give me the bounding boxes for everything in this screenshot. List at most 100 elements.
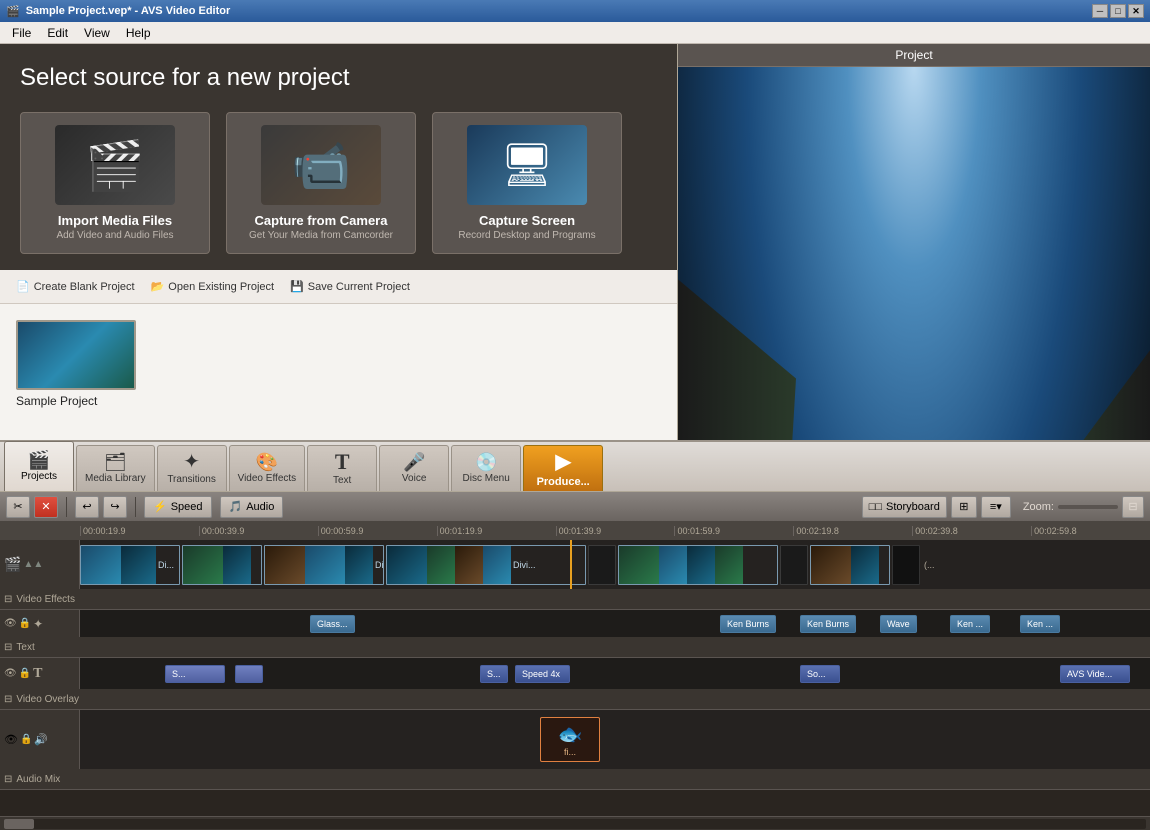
clip-thumb-6d [715, 546, 743, 584]
menu-edit[interactable]: Edit [39, 24, 76, 42]
eye-icon-vfx[interactable]: 👁 [4, 618, 17, 629]
audio-mode-label: Audio [246, 501, 274, 513]
close-button[interactable]: ✕ [1128, 4, 1144, 18]
video-track-content[interactable]: Di... Di... [80, 540, 1150, 589]
save-current-project-button[interactable]: 💾 Save Current Project [290, 280, 410, 293]
window-title: Sample Project.vep* - AVS Video Editor [26, 5, 231, 17]
project-thumb-sample[interactable]: Sample Project [16, 320, 136, 408]
text-chip-2[interactable] [235, 665, 263, 683]
speed-mode-button[interactable]: ⚡ Speed [144, 496, 212, 518]
video-effects-expand-icon[interactable]: ⊟ [4, 594, 12, 605]
tab-voice[interactable]: 🎤 Voice [379, 445, 449, 491]
lock-icon-vfx[interactable]: 🔒 [19, 618, 31, 629]
text-track-content[interactable]: S... S... Speed 4x So... AVS Vide... [80, 658, 1150, 689]
menubar: File Edit View Help [0, 22, 1150, 44]
tab-disc-menu[interactable]: 💿 Disc Menu [451, 445, 521, 491]
video-overlay-clip[interactable]: 🐟 fi... [540, 717, 600, 762]
video-effects-tab-label: Video Effects [238, 473, 297, 484]
zoom-label: Zoom: [1023, 501, 1054, 513]
toolbar-separator-1 [66, 497, 67, 517]
h-scroll-thumb[interactable] [4, 819, 34, 829]
capture-camera-sublabel: Get Your Media from Camcorder [249, 230, 393, 241]
effect-chip-glass[interactable]: Glass... [310, 615, 355, 633]
titlebar-controls[interactable]: ─ □ ✕ [1092, 4, 1144, 18]
lock-icon-overlay[interactable]: 🔒 [20, 734, 32, 745]
produce-button[interactable]: ▶ Produce... [523, 445, 603, 491]
storyboard-button[interactable]: □□ Storyboard [862, 496, 947, 518]
zoom-fit-button[interactable]: ⊟ [1122, 496, 1144, 518]
view-toggle-button[interactable]: ⊞ [951, 496, 977, 518]
video-clip-5[interactable] [588, 545, 616, 585]
effect-chip-wave[interactable]: Wave [880, 615, 917, 633]
video-effects-section-header[interactable]: ⊟ Video Effects [0, 590, 1150, 610]
tab-projects[interactable]: 🎬 Projects [4, 441, 74, 491]
eye-icon-overlay[interactable]: 👁 [4, 733, 18, 746]
video-clip-8[interactable] [810, 545, 890, 585]
timeline-delete-button[interactable]: ✕ [34, 496, 58, 518]
open-existing-project-button[interactable]: 📂 Open Existing Project [151, 280, 274, 293]
undo-button[interactable]: ↩ [75, 496, 99, 518]
video-overlay-section-label: Video Overlay [16, 694, 79, 705]
audio-mix-expand-icon[interactable]: ⊟ [4, 774, 12, 785]
capture-screen-icon-container: 🖥 [467, 125, 587, 205]
create-blank-project-button[interactable]: 📄 Create Blank Project [16, 280, 135, 293]
text-section-header[interactable]: ⊟ Text [0, 638, 1150, 658]
tab-transitions[interactable]: ✦ Transitions [157, 445, 227, 491]
menu-file[interactable]: File [4, 24, 39, 42]
capture-screen-option[interactable]: 🖥 Capture Screen Record Desktop and Prog… [432, 112, 622, 254]
clip-thumb-5 [589, 546, 616, 584]
minimize-button[interactable]: ─ [1092, 4, 1108, 18]
text-chip-speed4x[interactable]: Speed 4x [515, 665, 570, 683]
menu-view[interactable]: View [76, 24, 118, 42]
import-media-option[interactable]: 🎬 Import Media Files Add Video and Audio… [20, 112, 210, 254]
video-clip-9[interactable] [892, 545, 920, 585]
video-clip-6[interactable] [618, 545, 778, 585]
timeline-horizontal-scrollbar[interactable] [0, 816, 1150, 830]
maximize-button[interactable]: □ [1110, 4, 1126, 18]
effect-chip-ken3[interactable]: Ken ... [950, 615, 990, 633]
tab-video-effects[interactable]: 🎨 Video Effects [229, 445, 306, 491]
media-library-tab-label: Media Library [85, 473, 146, 484]
video-overlay-section-header[interactable]: ⊟ Video Overlay [0, 690, 1150, 710]
tab-text[interactable]: T Text [307, 445, 377, 491]
source-title: Select source for a new project [20, 64, 657, 92]
video-clip-4[interactable]: Divi... [386, 545, 586, 585]
video-clip-2[interactable] [182, 545, 262, 585]
video-clip-3[interactable]: Di... [264, 545, 384, 585]
lock-icon-text[interactable]: 🔒 [19, 668, 31, 679]
text-expand-icon[interactable]: ⊟ [4, 642, 12, 653]
effect-chip-kenburns2[interactable]: Ken Burns [800, 615, 856, 633]
audio-mix-section-header[interactable]: ⊟ Audio Mix [0, 770, 1150, 790]
video-track-down-icon: ▲ [33, 559, 43, 570]
tab-media-library[interactable]: 🗂 Media Library [76, 445, 155, 491]
video-overlay-expand-icon[interactable]: ⊟ [4, 694, 12, 705]
text-chip-s[interactable]: S... [480, 665, 508, 683]
video-overlay-track-content[interactable]: 🐟 fi... [80, 710, 1150, 769]
effect-chip-kenburns1[interactable]: Ken Burns [720, 615, 776, 633]
text-chip-avsvide[interactable]: AVS Vide... [1060, 665, 1130, 683]
fish-clip-label: fi... [564, 747, 576, 757]
playhead [570, 540, 572, 589]
source-selection-area: Select source for a new project 🎬 Import… [0, 44, 677, 270]
import-media-label: Import Media Files [58, 213, 172, 228]
text-chip-so[interactable]: So... [800, 665, 840, 683]
audio-mode-button[interactable]: 🎵 Audio [220, 496, 284, 518]
capture-camera-option[interactable]: 📹 Capture from Camera Get Your Media fro… [226, 112, 416, 254]
save-current-label: Save Current Project [308, 281, 410, 293]
menu-help[interactable]: Help [118, 24, 159, 42]
redo-button[interactable]: ↪ [103, 496, 127, 518]
clip-thumb-6b [659, 546, 687, 584]
h-scroll-track[interactable] [4, 819, 1146, 829]
video-clip-7[interactable] [780, 545, 808, 585]
video-clip-1[interactable]: Di... [80, 545, 180, 585]
timeline-cut-button[interactable]: ✂ [6, 496, 30, 518]
clip-thumb-2b [223, 546, 251, 584]
layout-toggle-button[interactable]: ≡▾ [981, 496, 1011, 518]
eye-icon-text[interactable]: 👁 [4, 668, 17, 679]
text-tab-label: Text [333, 475, 351, 486]
video-effects-track-content[interactable]: Glass... Ken Burns Ken Burns Wave Ken ..… [80, 610, 1150, 637]
text-chip-1[interactable]: S... [165, 665, 225, 683]
app-icon: 🎬 [6, 5, 20, 18]
effect-chip-ken4[interactable]: Ken ... [1020, 615, 1060, 633]
zoom-slider[interactable] [1058, 505, 1118, 509]
